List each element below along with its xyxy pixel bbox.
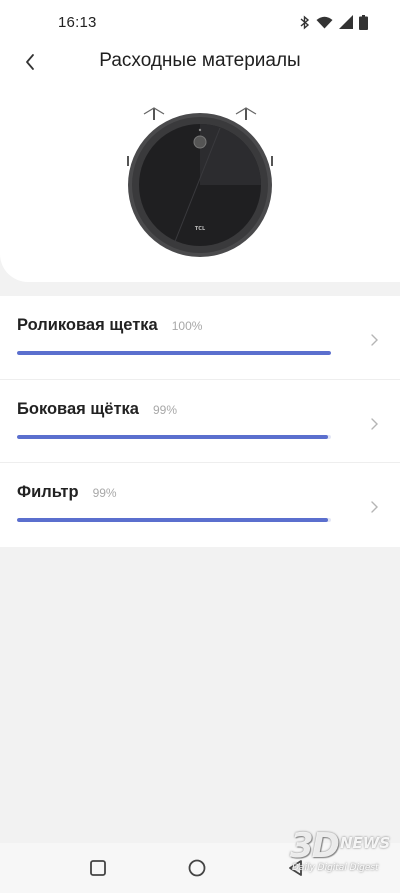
recent-apps-icon[interactable]: [88, 858, 108, 878]
consumable-name: Боковая щётка: [17, 399, 139, 418]
consumable-percent: 100%: [171, 319, 203, 333]
robot-vacuum-image: TCL: [124, 106, 276, 260]
status-time: 16:13: [58, 14, 97, 31]
consumable-progress-bar: [17, 434, 331, 439]
chevron-right-icon: [368, 332, 380, 348]
cellular-signal-icon: [339, 15, 353, 29]
consumable-percent: 99%: [92, 486, 117, 500]
watermark-logo-mark: 3D: [290, 826, 340, 866]
consumable-item-side-brush[interactable]: Боковая щётка 99%: [0, 380, 400, 463]
consumable-percent: 99%: [153, 402, 178, 417]
wifi-icon: [316, 16, 333, 29]
consumable-progress-bar: [17, 518, 331, 522]
home-icon[interactable]: [187, 858, 207, 878]
consumable-progress-fill: [17, 351, 331, 355]
chevron-right-icon: [368, 499, 380, 515]
consumable-name: Фильтр: [17, 483, 79, 501]
consumable-progress-fill: [17, 518, 328, 522]
screen: 16:13 Расходные материалы TCL Роликовая …: [0, 0, 400, 893]
consumable-progress-fill: [17, 434, 328, 439]
bluetooth-icon: [300, 14, 310, 30]
watermark-tagline: Daily Digital Digest: [292, 863, 379, 873]
chevron-right-icon: [368, 416, 380, 432]
page-title: Расходные материалы: [99, 50, 301, 71]
app-header: Расходные материалы: [0, 44, 400, 84]
consumable-item-filter[interactable]: Фильтр 99%: [0, 463, 400, 547]
robot-brand-label: TCL: [195, 226, 206, 232]
consumable-name: Роликовая щетка: [17, 316, 158, 334]
status-icons: [300, 14, 368, 30]
battery-icon: [359, 14, 368, 30]
status-bar: 16:13: [0, 0, 400, 44]
consumable-item-roller-brush[interactable]: Роликовая щетка 100%: [0, 296, 400, 380]
watermark-brand: NEWS: [340, 834, 391, 852]
watermark-logo: 3D NEWS Daily Digital Digest: [290, 826, 394, 882]
device-hero-card: TCL: [0, 84, 400, 282]
consumables-list: Роликовая щетка 100% Боковая щётка 99% Ф…: [0, 296, 400, 547]
consumable-progress-bar: [17, 351, 331, 355]
